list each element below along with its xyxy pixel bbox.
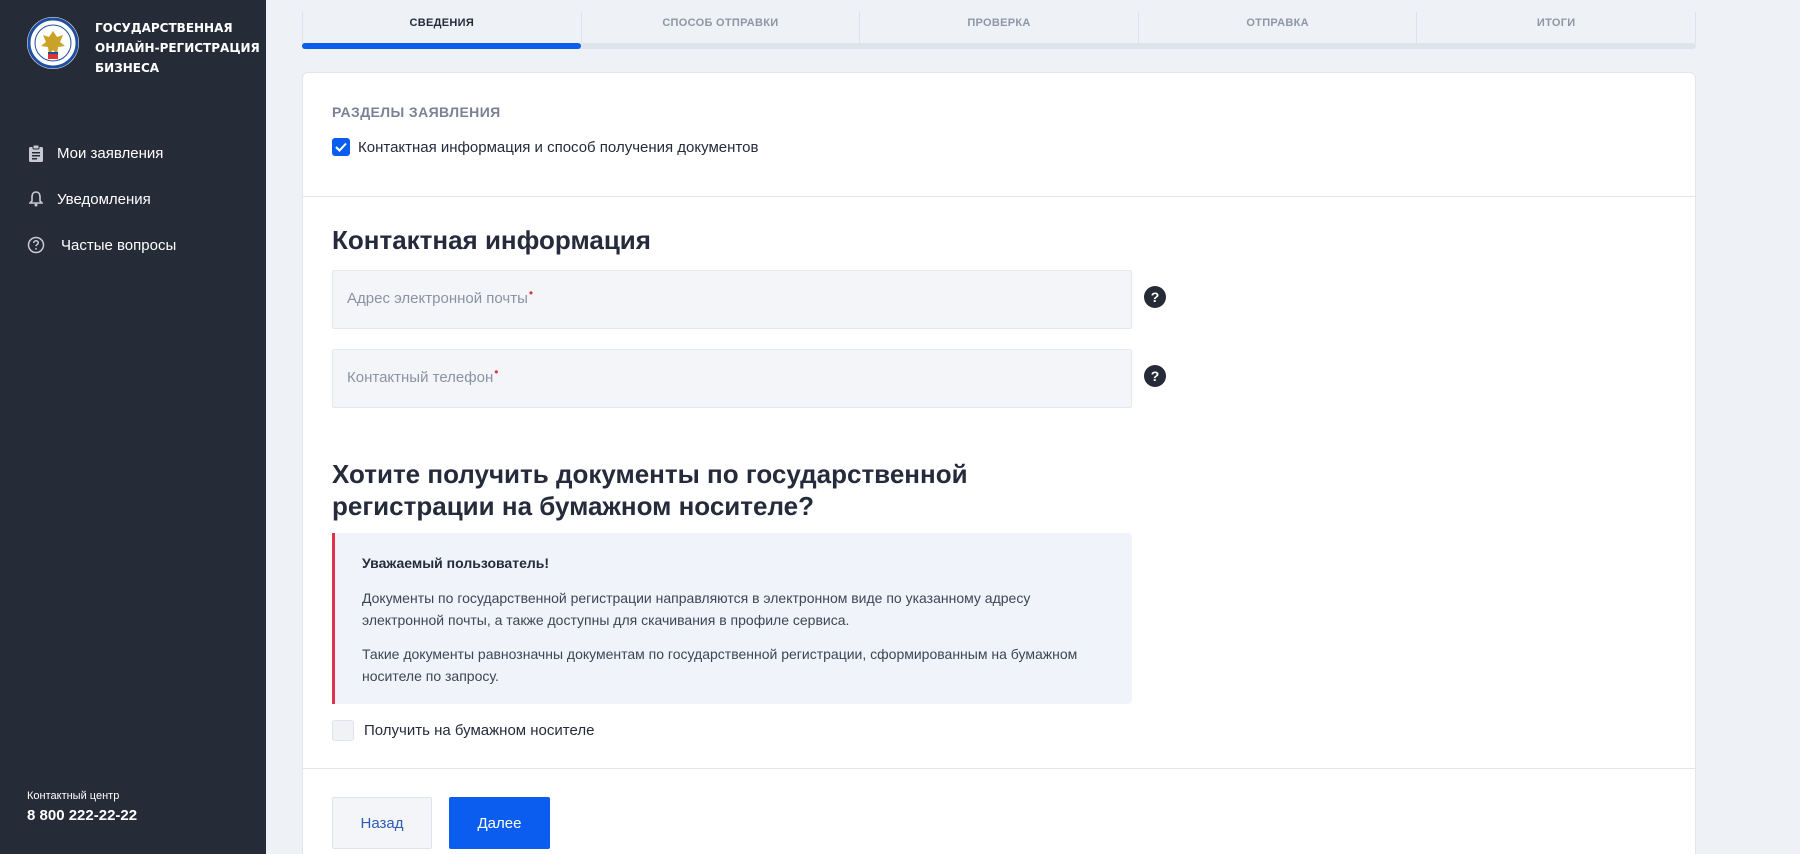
contact-label: Контактный центр — [27, 790, 120, 802]
contact-phone[interactable]: 8 800 222-22-22 — [27, 807, 137, 824]
phone-field[interactable]: Контактный телефон• — [332, 349, 1132, 408]
notice-paragraph-2: Такие документы равнозначны документам п… — [362, 646, 1078, 684]
phone-placeholder: Контактный телефон• — [347, 365, 498, 386]
email-help-icon[interactable]: ? — [1144, 286, 1166, 308]
application-form: РАЗДЕЛЫ ЗАЯВЛЕНИЯ Контактная информация … — [302, 72, 1696, 854]
brand-line-3: бизнеса — [95, 61, 160, 75]
required-mark: • — [494, 365, 499, 379]
step-check[interactable]: ПРОВЕРКА — [860, 12, 1139, 43]
stepper-steps: СВЕДЕНИЯ СПОСОБ ОТПРАВКИ ПРОВЕРКА ОТПРАВ… — [302, 12, 1696, 43]
section-contact-checkbox[interactable]: Контактная информация и способ получения… — [332, 138, 758, 156]
contact-center: Контактный центр 8 800 222-22-22 — [27, 790, 137, 824]
brand-line-2: онлайн-регистрация — [95, 41, 260, 55]
notice-paragraph-1: Документы по государственной регистрации… — [362, 590, 1031, 628]
notice-title: Уважаемый пользователь! — [362, 555, 550, 571]
required-mark: • — [528, 286, 534, 300]
step-send-method[interactable]: СПОСОБ ОТПРАВКИ — [582, 12, 861, 43]
brand-title: Государственная онлайн-регистрация бизне… — [95, 18, 260, 78]
phone-placeholder-text: Контактный телефон — [347, 369, 494, 386]
sidebar-nav: Мои заявления Уведомления Частые вопросы — [27, 130, 176, 268]
sidebar-item-label: Уведомления — [57, 190, 151, 208]
sidebar-item-label: Частые вопросы — [61, 236, 177, 254]
step-info[interactable]: СВЕДЕНИЯ — [302, 12, 582, 43]
stepper: СВЕДЕНИЯ СПОСОБ ОТПРАВКИ ПРОВЕРКА ОТПРАВ… — [302, 12, 1696, 49]
progress-bar — [302, 43, 1696, 49]
phone-help-icon[interactable]: ? — [1144, 365, 1166, 387]
bell-icon — [27, 190, 45, 208]
brand-line-1: Государственная — [95, 21, 233, 35]
divider — [303, 768, 1695, 769]
sidebar-item-my-applications[interactable]: Мои заявления — [27, 130, 176, 176]
question-circle-icon — [27, 236, 45, 254]
checkmark-icon — [335, 142, 347, 152]
back-button[interactable]: Назад — [332, 797, 432, 849]
step-results[interactable]: ИТОГИ — [1417, 12, 1696, 43]
brand[interactable]: Государственная онлайн-регистрация бизне… — [27, 17, 260, 78]
step-send[interactable]: ОТПРАВКА — [1139, 12, 1418, 43]
sidebar-item-faq[interactable]: Частые вопросы — [27, 222, 176, 268]
clipboard-icon — [27, 144, 45, 162]
notice-box: Уважаемый пользователь! Документы по гос… — [332, 533, 1132, 704]
emblem-logo — [27, 17, 79, 69]
sections-title: РАЗДЕЛЫ ЗАЯВЛЕНИЯ — [332, 104, 501, 120]
sidebar-item-label: Мои заявления — [57, 144, 164, 162]
contact-info-heading: Контактная информация — [332, 225, 651, 255]
email-placeholder: Адрес электронной почты• — [347, 286, 533, 307]
sidebar: Государственная онлайн-регистрация бизне… — [0, 0, 266, 854]
paper-checkbox-label: Получить на бумажном носителе — [364, 722, 595, 739]
sections-panel: РАЗДЕЛЫ ЗАЯВЛЕНИЯ Контактная информация … — [303, 73, 1695, 197]
paper-checkbox[interactable]: Получить на бумажном носителе — [332, 720, 594, 741]
checkbox-unchecked[interactable] — [332, 720, 354, 741]
progress-fill — [302, 43, 581, 49]
sidebar-item-notifications[interactable]: Уведомления — [27, 176, 176, 222]
next-button[interactable]: Далее — [449, 797, 550, 849]
checkbox-checked[interactable] — [332, 138, 350, 156]
section-contact-label: Контактная информация и способ получения… — [358, 138, 759, 156]
email-field[interactable]: Адрес электронной почты• — [332, 270, 1132, 329]
email-placeholder-text: Адрес электронной почты — [347, 290, 528, 307]
paper-heading: Хотите получить документы по государстве… — [332, 459, 968, 521]
